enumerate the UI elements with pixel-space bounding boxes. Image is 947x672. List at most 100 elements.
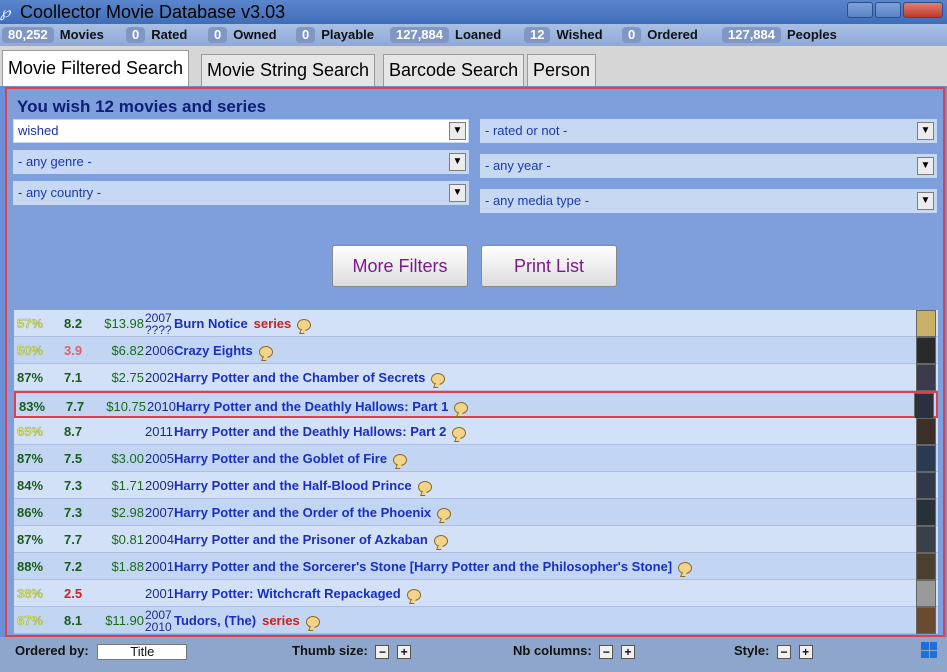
movie-price: [94, 418, 144, 445]
movie-row[interactable]: 86% 7.3 $2.98 2007 Harry Potter and the Orde…: [14, 499, 938, 526]
movie-row[interactable]: 87% 7.1 $2.75 2002 Harry Potter and the Cham…: [14, 364, 938, 391]
stat-playable[interactable]: 0 Playable: [296, 27, 374, 43]
comment-icon[interactable]: [454, 401, 469, 414]
stat-loaned[interactable]: 127,884 Loaned: [390, 27, 501, 43]
tab-movie-filtered-search[interactable]: Movie Filtered Search: [2, 50, 190, 86]
movie-title-cell[interactable]: Harry Potter and the Deathly Hallows: Pa…: [176, 393, 469, 420]
movie-title-link[interactable]: Harry Potter and the Half-Blood Prince: [174, 478, 412, 493]
movie-title-link[interactable]: Harry Potter and the Prisoner of Azkaban: [174, 532, 428, 547]
chevron-down-icon[interactable]: ▼: [449, 153, 466, 171]
movie-thumbnail[interactable]: [916, 310, 936, 337]
comment-icon[interactable]: [433, 534, 448, 547]
style-increase-button[interactable]: +: [798, 644, 813, 659]
comment-icon[interactable]: [305, 615, 320, 628]
comment-icon[interactable]: [297, 318, 312, 331]
comment-icon[interactable]: [406, 588, 421, 601]
movie-title-link[interactable]: Harry Potter and the Deathly Hallows: Pa…: [174, 424, 446, 439]
movie-title-cell[interactable]: Crazy Eights: [174, 337, 273, 364]
nb-columns-decrease-button[interactable]: −: [599, 644, 614, 659]
windows-logo-icon[interactable]: [921, 642, 937, 658]
movie-row[interactable]: 87% 7.5 $3.00 2005 Harry Potter and the Gobl…: [14, 445, 938, 472]
stat-wished[interactable]: 12 Wished: [524, 27, 603, 43]
movie-thumbnail[interactable]: [916, 364, 936, 391]
more-filters-button[interactable]: More Filters: [332, 245, 468, 287]
movie-thumbnail[interactable]: [916, 553, 936, 580]
close-button[interactable]: [903, 2, 943, 18]
comment-icon[interactable]: [417, 480, 432, 493]
thumb-size-increase-button[interactable]: +: [397, 644, 412, 659]
movie-row[interactable]: 87% 7.7 $0.81 2004 Harry Potter and the Pris…: [14, 526, 938, 553]
style-decrease-button[interactable]: −: [777, 644, 792, 659]
movie-row[interactable]: 65% 8.7 2011 Harry Potter and the Deathly H…: [14, 418, 938, 445]
movie-title-link[interactable]: Harry Potter and the Sorcerer's Stone [H…: [174, 559, 672, 574]
movie-title-link[interactable]: Tudors, (The): [174, 613, 256, 628]
movie-title-link[interactable]: Crazy Eights: [174, 343, 253, 358]
comment-icon[interactable]: [437, 507, 452, 520]
stat-peoples[interactable]: 127,884 Peoples: [722, 27, 837, 43]
movie-title-link[interactable]: Harry Potter and the Chamber of Secrets: [174, 370, 425, 385]
tab-barcode-search[interactable]: Barcode Search: [383, 54, 525, 86]
stat-rated[interactable]: 0 Rated: [126, 27, 187, 43]
movie-title-link[interactable]: Burn Notice: [174, 316, 248, 331]
movie-title-cell[interactable]: Harry Potter and the Half-Blood Prince: [174, 472, 432, 499]
movie-title-cell[interactable]: Harry Potter and the Sorcerer's Stone [H…: [174, 553, 693, 580]
rating-filter-select[interactable]: - rated or not - ▼: [480, 119, 937, 143]
chevron-down-icon[interactable]: ▼: [449, 122, 466, 140]
movie-row[interactable]: 38% 2.5 2001 Harry Potter: Witchcraft Repac…: [14, 580, 938, 607]
stat-owned[interactable]: 0 Owned: [208, 27, 277, 43]
movie-row[interactable]: 83% 7.7 $10.75 2010 Harry Potter and the Dea…: [14, 391, 938, 420]
country-filter-select[interactable]: - any country - ▼: [13, 181, 469, 205]
movie-title-cell[interactable]: Harry Potter: Witchcraft Repackaged: [174, 580, 421, 607]
movie-thumbnail[interactable]: [914, 393, 934, 420]
year-filter-select[interactable]: - any year - ▼: [480, 154, 937, 178]
status-filter-select[interactable]: wished ▼: [13, 119, 469, 143]
movie-thumbnail[interactable]: [916, 607, 936, 634]
ordered-by-field[interactable]: Title: [97, 643, 188, 660]
movie-row[interactable]: 88% 7.2 $1.88 2001 Harry Potter and the Sorc…: [14, 553, 938, 580]
movie-thumbnail[interactable]: [916, 418, 936, 445]
movie-title-cell[interactable]: Burn Notice series: [174, 310, 312, 337]
minimize-button[interactable]: [847, 2, 873, 18]
comment-icon[interactable]: [678, 561, 693, 574]
nb-columns-increase-button[interactable]: +: [620, 644, 635, 659]
media-type-filter-select[interactable]: - any media type - ▼: [480, 189, 937, 213]
chevron-down-icon[interactable]: ▼: [917, 122, 934, 140]
movie-title-link[interactable]: Harry Potter and the Goblet of Fire: [174, 451, 387, 466]
movie-title-cell[interactable]: Harry Potter and the Prisoner of Azkaban: [174, 526, 448, 553]
match-percent: 57%: [17, 316, 44, 331]
movie-thumbnail[interactable]: [916, 337, 936, 364]
movie-row[interactable]: 67% 8.1 $11.90 2007 2010 Tudors, (The) series: [14, 607, 938, 634]
movie-thumbnail[interactable]: [916, 445, 936, 472]
comment-icon[interactable]: [258, 345, 273, 358]
movie-title-link[interactable]: Harry Potter and the Deathly Hallows: Pa…: [176, 399, 448, 414]
genre-filter-select[interactable]: - any genre - ▼: [13, 150, 469, 174]
movie-title-cell[interactable]: Harry Potter and the Chamber of Secrets: [174, 364, 446, 391]
stat-ordered[interactable]: 0 Ordered: [622, 27, 698, 43]
thumb-size-decrease-button[interactable]: −: [375, 644, 390, 659]
print-list-button[interactable]: Print List: [481, 245, 617, 287]
tab-movie-string-search[interactable]: Movie String Search: [201, 54, 376, 86]
movie-thumbnail[interactable]: [916, 472, 936, 499]
maximize-button[interactable]: [875, 2, 901, 18]
movie-title-cell[interactable]: Harry Potter and the Deathly Hallows: Pa…: [174, 418, 467, 445]
chevron-down-icon[interactable]: ▼: [917, 192, 934, 210]
tab-person[interactable]: Person: [527, 54, 597, 86]
movie-row[interactable]: 84% 7.3 $1.71 2009 Harry Potter and the Half…: [14, 472, 938, 499]
movie-title-cell[interactable]: Harry Potter and the Order of the Phoeni…: [174, 499, 452, 526]
movie-thumbnail[interactable]: [916, 526, 936, 553]
chevron-down-icon[interactable]: ▼: [449, 184, 466, 202]
movie-title-cell[interactable]: Tudors, (The) series: [174, 607, 320, 634]
movie-title-link[interactable]: Harry Potter and the Order of the Phoeni…: [174, 505, 431, 520]
comment-icon[interactable]: [452, 426, 467, 439]
comment-icon[interactable]: [431, 372, 446, 385]
movie-row[interactable]: 50% 3.9 $6.82 2006 Crazy Eights: [14, 337, 938, 364]
movie-title-cell[interactable]: Harry Potter and the Goblet of Fire: [174, 445, 408, 472]
movie-row[interactable]: 57% 8.2 $13.98 2007???? Burn Notice series: [14, 310, 938, 337]
movie-thumbnail[interactable]: [916, 580, 936, 607]
movie-title-link[interactable]: Harry Potter: Witchcraft Repackaged: [174, 586, 401, 601]
movie-thumbnail[interactable]: [916, 499, 936, 526]
match-percent: 38%: [17, 586, 44, 601]
chevron-down-icon[interactable]: ▼: [917, 157, 934, 175]
stat-movies[interactable]: 80,252 Movies: [2, 27, 104, 43]
comment-icon[interactable]: [393, 453, 408, 466]
